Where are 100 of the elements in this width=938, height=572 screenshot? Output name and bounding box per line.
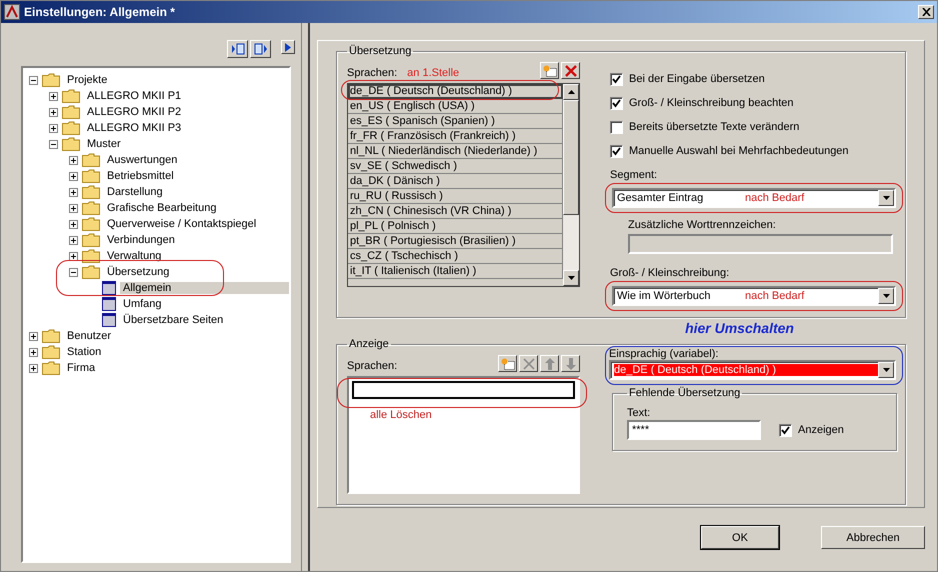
- segment-dropdown[interactable]: Gesamter Eintrag nach Bedarf: [612, 188, 896, 208]
- app-icon: [4, 4, 20, 20]
- arrow-page-icon[interactable]: [230, 43, 244, 55]
- tree-item[interactable]: Muster: [84, 138, 124, 150]
- language-list-item[interactable]: fr_FR ( Französisch (Frankreich) ): [348, 129, 563, 144]
- language-list-item[interactable]: da_DK ( Dänisch ): [348, 174, 563, 189]
- language-list-item[interactable]: de_DE ( Deutsch (Deutschland) ): [348, 84, 563, 99]
- dialog-button[interactable]: Abbrechen: [821, 526, 925, 549]
- expand-all-button[interactable]: [227, 40, 248, 58]
- scroll-up-icon[interactable]: [563, 84, 579, 100]
- splitter[interactable]: [301, 23, 310, 571]
- collapse-all-button[interactable]: [250, 40, 271, 58]
- group-title: Fehlende Übersetzung: [628, 387, 742, 399]
- expander-icon[interactable]: [29, 76, 38, 84]
- expander-icon[interactable]: [69, 268, 78, 276]
- checkbox[interactable]: [610, 72, 623, 86]
- new-item-button[interactable]: [540, 62, 559, 79]
- expander-icon[interactable]: [29, 364, 38, 372]
- tree-item[interactable]: Auswertungen: [104, 154, 180, 166]
- case-label: Groß- / Kleinschreibung:: [610, 267, 730, 279]
- close-icon[interactable]: [922, 8, 930, 16]
- language-list-item[interactable]: zh_CN ( Chinesisch (VR China) ): [348, 204, 563, 219]
- move-up-button[interactable]: [540, 355, 559, 372]
- expander-icon[interactable]: [29, 332, 38, 340]
- folder-icon: [42, 345, 60, 359]
- folder-icon: [82, 249, 100, 263]
- expander-icon[interactable]: [49, 124, 58, 132]
- tree-item[interactable]: Grafische Bearbeitung: [104, 202, 220, 214]
- language-list-item[interactable]: ru_RU ( Russisch ): [348, 189, 563, 204]
- dialog-button[interactable]: OK: [701, 526, 779, 549]
- play-icon[interactable]: [284, 42, 292, 52]
- caret-down-icon[interactable]: [882, 294, 890, 298]
- language-list-item[interactable]: es_ES ( Spanisch (Spanien) ): [348, 114, 563, 129]
- play-button[interactable]: [281, 40, 295, 54]
- page-arrow-icon[interactable]: [254, 43, 268, 55]
- tree-item[interactable]: Allgemein: [120, 282, 289, 294]
- folder-icon: [62, 137, 80, 151]
- language-list-item[interactable]: it_IT ( Italienisch (Italien) ): [348, 264, 563, 279]
- tree-item[interactable]: ALLEGRO MKII P1: [84, 90, 184, 102]
- expander-icon[interactable]: [69, 252, 78, 260]
- checkbox[interactable]: [610, 120, 623, 134]
- tree-item[interactable]: Querverweise / Kontaktspiegel: [104, 218, 260, 230]
- text-label: Text:: [627, 407, 652, 419]
- tree-item[interactable]: Betriebsmittel: [104, 170, 177, 182]
- expander-icon[interactable]: [49, 108, 58, 116]
- tree-item[interactable]: Übersetzung: [104, 266, 172, 278]
- language-list-item[interactable]: cs_CZ ( Tschechisch ): [348, 249, 563, 264]
- expander-icon[interactable]: [69, 220, 78, 228]
- expander-icon[interactable]: [49, 92, 58, 100]
- tree-item[interactable]: Benutzer: [64, 330, 114, 342]
- language-list-item[interactable]: pl_PL ( Polnisch ): [348, 219, 563, 234]
- annotation-note: alle Löschen: [370, 409, 433, 421]
- tree-item[interactable]: Verbindungen: [104, 234, 178, 246]
- folder-icon: [82, 169, 100, 183]
- new-item-button[interactable]: [498, 355, 517, 372]
- tree-item[interactable]: ALLEGRO MKII P2: [84, 106, 184, 118]
- tree-item[interactable]: Firma: [64, 362, 98, 374]
- caret-down-icon[interactable]: [882, 368, 890, 372]
- tree-item[interactable]: ALLEGRO MKII P3: [84, 122, 184, 134]
- delete-button[interactable]: [519, 355, 538, 372]
- expander-icon[interactable]: [49, 140, 58, 148]
- expander-icon[interactable]: [69, 156, 78, 164]
- scroll-thumb[interactable]: [563, 100, 579, 215]
- tree-item[interactable]: Umfang: [120, 298, 165, 310]
- language-list-item[interactable]: nl_NL ( Niederländisch (Niederlande) ): [348, 144, 563, 159]
- move-down-button[interactable]: [561, 355, 580, 372]
- expander-icon[interactable]: [69, 236, 78, 244]
- checkbox[interactable]: [779, 424, 792, 436]
- expander-icon[interactable]: [69, 204, 78, 212]
- checkbox[interactable]: [610, 144, 623, 158]
- language-list-item[interactable]: sv_SE ( Schwedisch ): [348, 159, 563, 174]
- checkbox[interactable]: [610, 96, 623, 110]
- folder-icon: [42, 361, 60, 375]
- scroll-down-icon[interactable]: [563, 270, 579, 286]
- folder-icon: [82, 217, 100, 231]
- checkbox-label: Groß- / Kleinschreibung beachten: [629, 97, 794, 109]
- delete-button[interactable]: [561, 62, 580, 79]
- close-button[interactable]: [918, 5, 934, 19]
- caret-down-icon[interactable]: [882, 196, 890, 200]
- language-list-item[interactable]: pt_BR ( Portugiesisch (Brasilien) ): [348, 234, 563, 249]
- window-title: Einstellungen: Allgemein *: [24, 5, 176, 19]
- expander-icon[interactable]: [69, 172, 78, 180]
- text-field[interactable]: ****: [627, 420, 761, 440]
- expander-icon[interactable]: [29, 348, 38, 356]
- monolingual-dropdown[interactable]: de_DE ( Deutsch (Deutschland) ): [609, 360, 896, 380]
- list-item-focus[interactable]: [352, 381, 575, 399]
- folder-icon: [82, 233, 100, 247]
- monolingual-label: Einsprachig (variabel):: [609, 348, 720, 360]
- tree-item[interactable]: Station: [64, 346, 104, 358]
- scrollbar[interactable]: [563, 84, 579, 286]
- tree-item[interactable]: Darstellung: [104, 186, 166, 198]
- tree-item[interactable]: Übersetzbare Seiten: [120, 314, 226, 326]
- display-languages-list[interactable]: alle Löschen: [347, 376, 580, 494]
- tree-item[interactable]: Projekte: [64, 74, 110, 86]
- annotation-note: an 1.Stelle: [407, 67, 460, 79]
- folder-icon: [62, 121, 80, 135]
- case-dropdown[interactable]: Wie im Wörterbuch nach Bedarf: [612, 286, 896, 306]
- tree-item[interactable]: Verwaltung: [104, 250, 164, 262]
- language-list-item[interactable]: en_US ( Englisch (USA) ): [348, 99, 563, 114]
- expander-icon[interactable]: [69, 188, 78, 196]
